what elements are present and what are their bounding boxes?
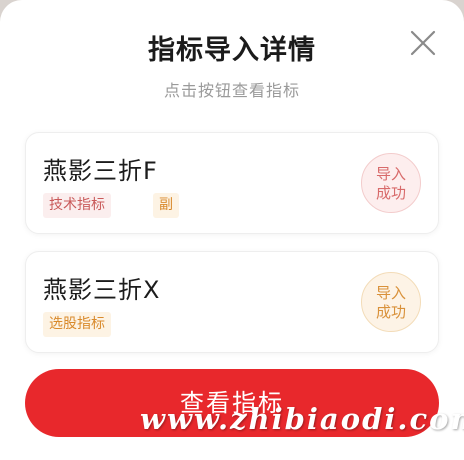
import-success-badge: 导入 成功 bbox=[361, 272, 421, 332]
indicator-sub-tag: 副 bbox=[153, 193, 179, 218]
import-success-badge: 导入 成功 bbox=[361, 153, 421, 213]
indicator-name: 燕影三折X bbox=[43, 276, 161, 304]
indicator-type-tag: 技术指标 bbox=[43, 193, 111, 218]
indicator-name: 燕影三折F bbox=[43, 157, 158, 185]
close-icon[interactable] bbox=[406, 26, 440, 60]
indicator-card: 燕影三折F 技术指标 副 导入 成功 bbox=[25, 132, 439, 234]
indicator-type-tag: 选股指标 bbox=[43, 312, 111, 337]
import-details-dialog: 指标导入详情 点击按钮查看指标 燕影三折F 技术指标 副 导入 成功 燕影三折X… bbox=[0, 0, 464, 460]
dialog-subtitle: 点击按钮查看指标 bbox=[163, 81, 300, 100]
indicator-card: 燕影三折X 选股指标 导入 成功 bbox=[25, 251, 439, 353]
view-indicators-button[interactable]: 查看指标 bbox=[25, 369, 439, 437]
dialog-title: 指标导入详情 bbox=[148, 35, 316, 66]
